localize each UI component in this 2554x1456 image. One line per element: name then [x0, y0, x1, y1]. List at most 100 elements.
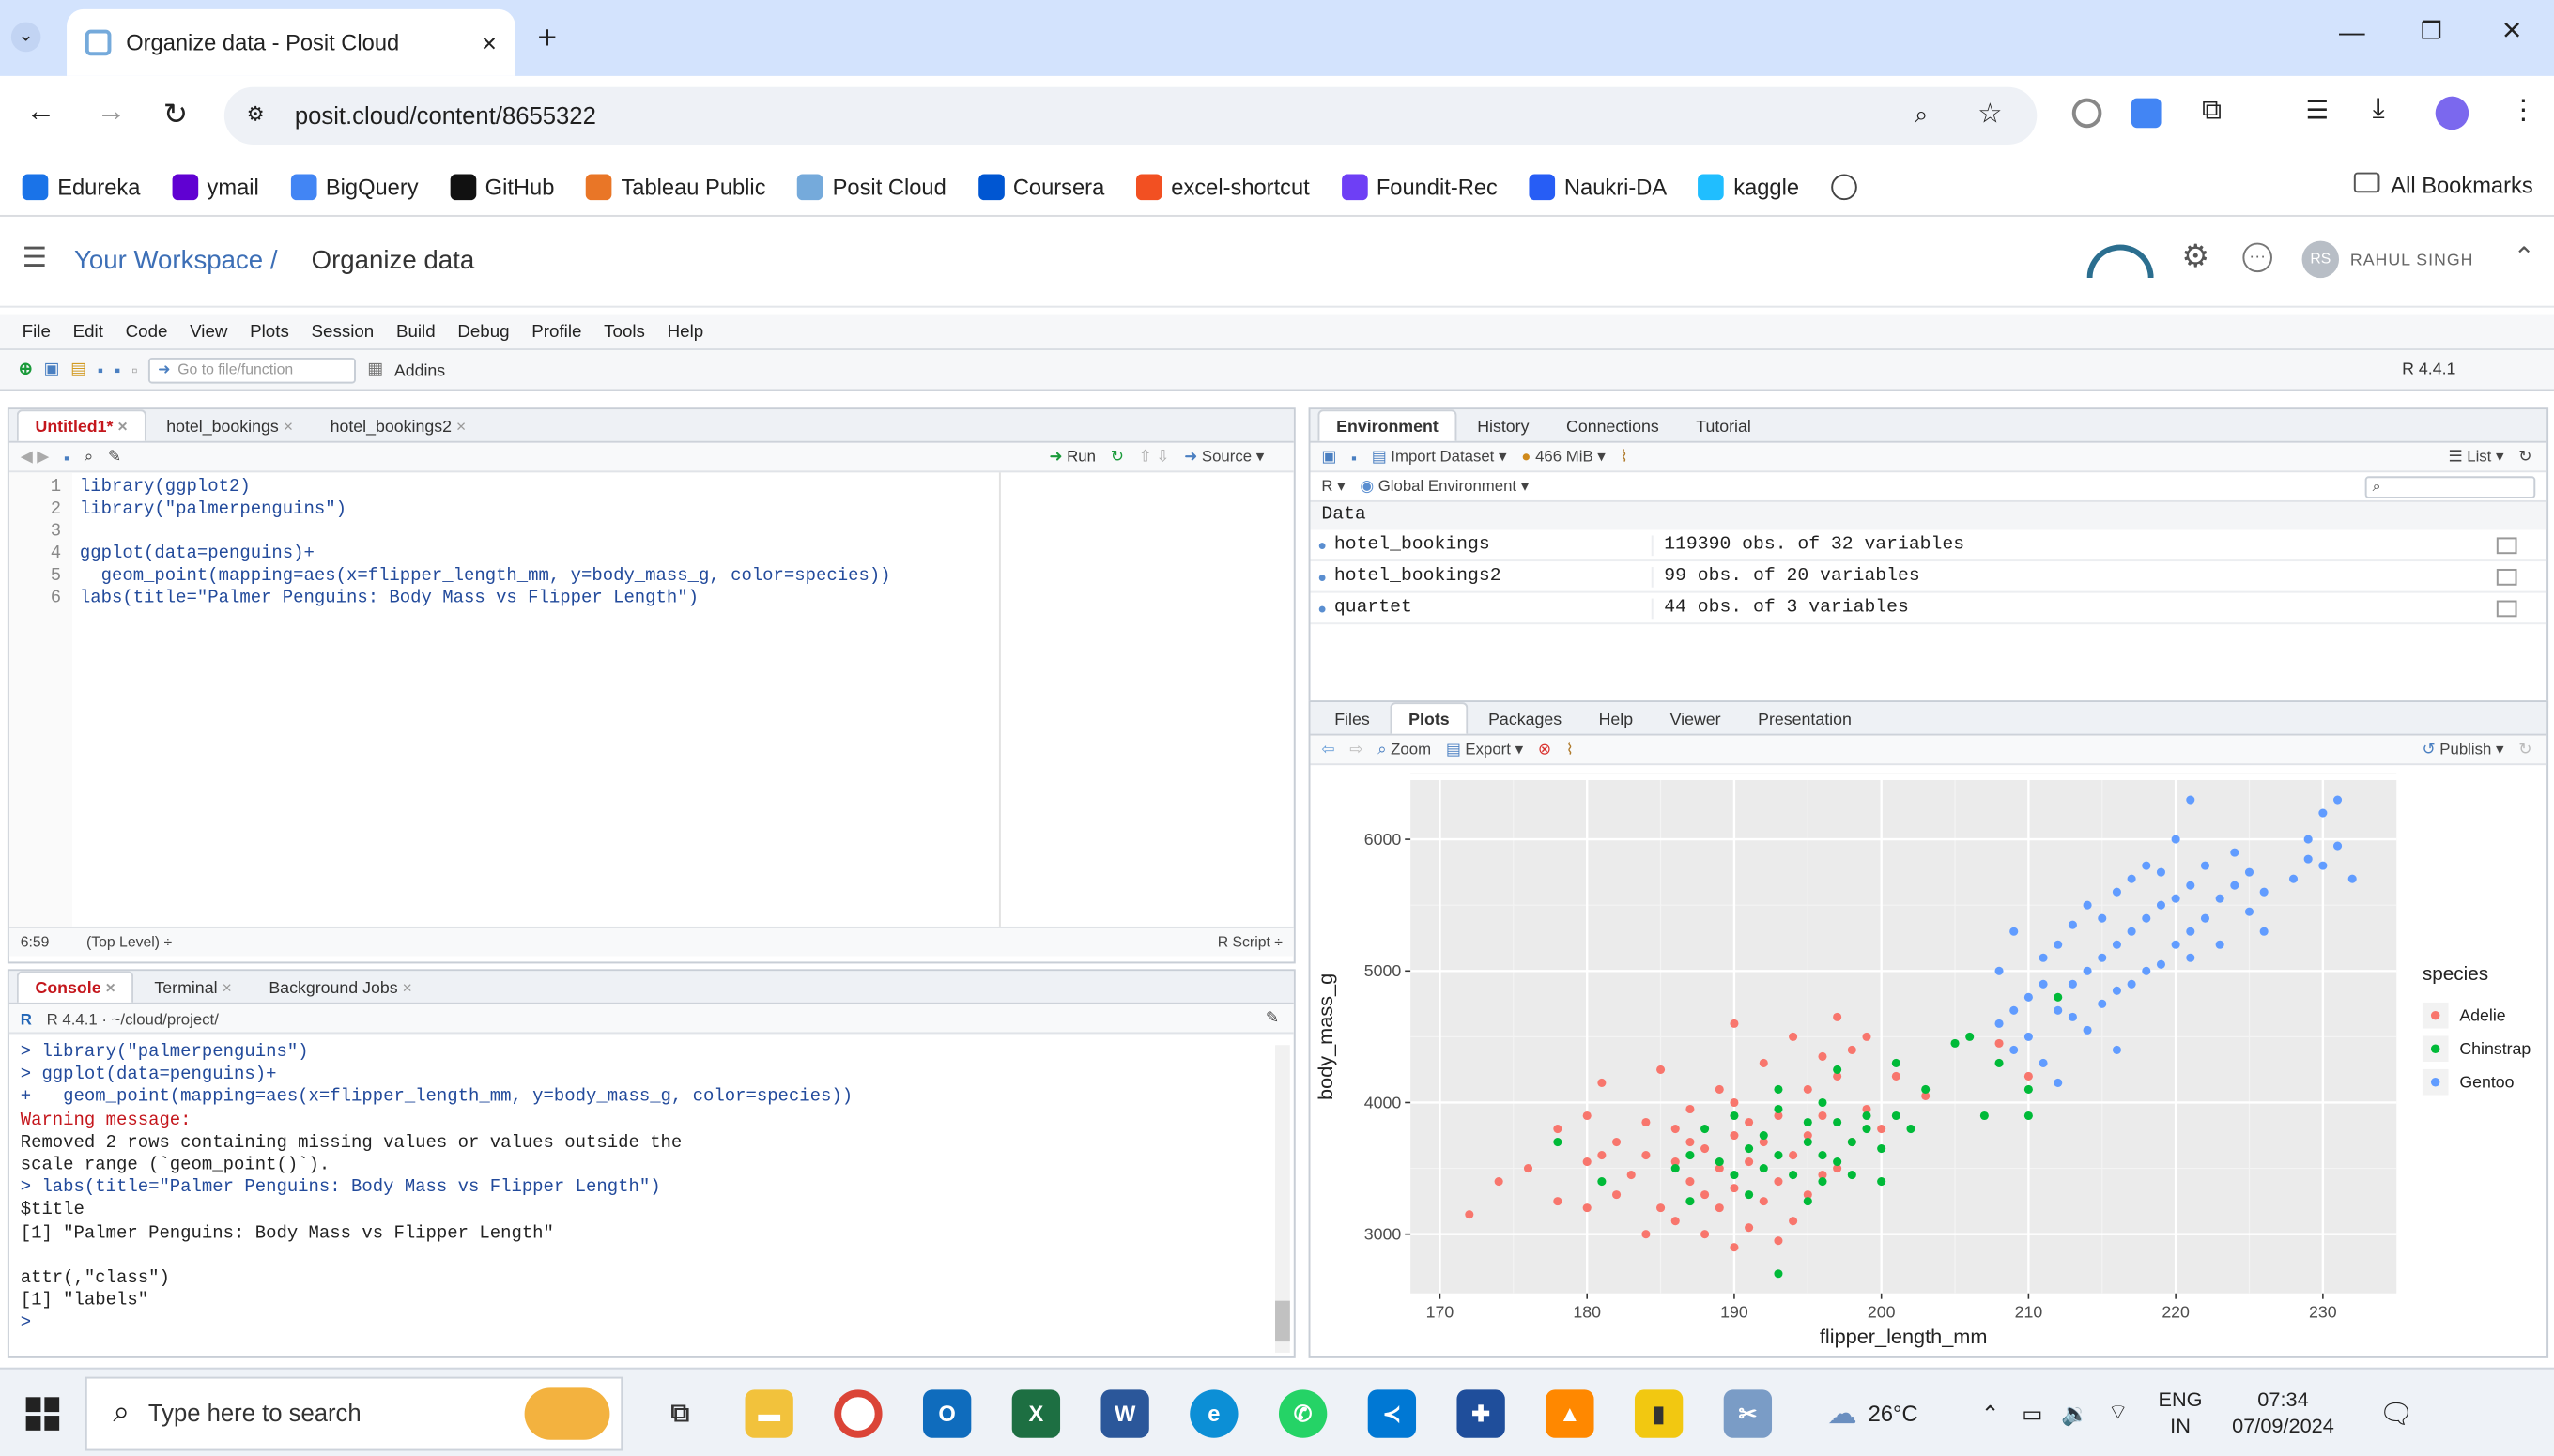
code-line[interactable]: [80, 521, 1294, 544]
pane-tab[interactable]: Presentation: [1741, 704, 1868, 734]
minimize-icon[interactable]: —: [2339, 17, 2365, 47]
pane-tab[interactable]: Environment: [1317, 409, 1457, 441]
chrome-icon[interactable]: [834, 1388, 883, 1437]
clear-env-broom-icon[interactable]: ⌇: [1621, 447, 1628, 467]
pane-tab[interactable]: Background Jobs ×: [253, 973, 429, 1003]
pane-tab[interactable]: Files: [1317, 704, 1386, 734]
scope-select[interactable]: ◉ Global Environment ▾: [1360, 476, 1529, 497]
menu-item[interactable]: File: [23, 321, 51, 342]
all-bookmarks[interactable]: All Bookmarks: [2391, 173, 2532, 199]
pane-tab[interactable]: Help: [1582, 704, 1650, 734]
tab-search-icon[interactable]: ⌄: [10, 22, 41, 53]
print-icon[interactable]: ▫: [131, 360, 137, 379]
battery-icon[interactable]: ▭: [2022, 1400, 2042, 1426]
object-name[interactable]: hotel_bookings2: [1334, 566, 1654, 587]
snipping-tool-icon[interactable]: ✂: [1723, 1388, 1773, 1437]
pane-tab[interactable]: History: [1460, 411, 1546, 441]
more-options-icon[interactable]: ···: [2242, 242, 2272, 273]
bookmark-item[interactable]: kaggle: [1698, 173, 1799, 200]
run-button[interactable]: ➜ Run: [1049, 447, 1096, 467]
open-project-icon[interactable]: ▣: [43, 360, 59, 380]
pane-tab[interactable]: Plots: [1390, 702, 1469, 734]
environment-row[interactable]: ● quartet 44 obs. of 3 variables: [1310, 593, 2547, 625]
volume-icon[interactable]: 🔉: [2061, 1400, 2089, 1426]
bookmark-item[interactable]: ymail: [171, 173, 259, 200]
powerbi-icon[interactable]: ▮: [1634, 1388, 1684, 1437]
close-tab-icon[interactable]: ×: [218, 978, 232, 997]
environment-row[interactable]: ● hotel_bookings2 99 obs. of 20 variables: [1310, 561, 2547, 593]
environment-row[interactable]: ● hotel_bookings 119390 obs. of 32 variabl…: [1310, 530, 2547, 562]
code-line[interactable]: ggplot(data=penguins)+: [80, 543, 1294, 565]
bookmark-item[interactable]: Tableau Public: [585, 173, 766, 200]
file-explorer-icon[interactable]: ▬: [745, 1388, 793, 1437]
user-name[interactable]: RAHUL SINGH: [2350, 250, 2474, 268]
expand-row-icon[interactable]: ●: [1317, 536, 1327, 553]
editor-find-icon[interactable]: ⌕: [85, 447, 93, 467]
pane-tab[interactable]: Connections: [1549, 411, 1675, 441]
open-file-icon[interactable]: ▤: [70, 360, 86, 380]
bookmark-item[interactable]: Posit Cloud: [797, 173, 946, 200]
view-data-icon[interactable]: [2496, 536, 2517, 554]
zoom-icon[interactable]: ⌕: [1915, 100, 1928, 130]
menu-item[interactable]: Profile: [531, 321, 581, 342]
menu-item[interactable]: Code: [126, 321, 168, 342]
excel-icon[interactable]: X: [1011, 1388, 1061, 1437]
resource-gauge-icon[interactable]: [2086, 244, 2154, 279]
save-icon[interactable]: ▪: [98, 360, 103, 379]
close-tab-icon[interactable]: ×: [452, 417, 466, 436]
close-tab-icon[interactable]: ×: [101, 978, 115, 997]
browser-menu-icon[interactable]: ⋮: [2510, 93, 2538, 127]
word-icon[interactable]: W: [1100, 1388, 1149, 1437]
env-search-input[interactable]: ⌕: [2364, 475, 2536, 498]
back-icon[interactable]: ←: [26, 97, 56, 130]
close-tab-icon[interactable]: ×: [113, 417, 127, 436]
export-button[interactable]: ▤ Export ▾: [1446, 740, 1523, 760]
forward-icon[interactable]: →: [97, 97, 127, 130]
settings-gear-icon[interactable]: ⚙: [2181, 239, 2209, 276]
console-scroll-thumb[interactable]: [1275, 1300, 1290, 1342]
reading-list-icon[interactable]: ☰: [2306, 95, 2330, 127]
editor-back-icon[interactable]: ◀ ▶: [21, 447, 49, 467]
windows-start-icon[interactable]: [25, 1396, 60, 1430]
object-name[interactable]: quartet: [1334, 597, 1654, 619]
bookmark-item[interactable]: excel-shortcut: [1135, 173, 1310, 200]
clear-console-icon[interactable]: ✎: [1266, 1008, 1279, 1029]
code-line[interactable]: labs(title="Palmer Penguins: Body Mass v…: [80, 588, 1294, 610]
console-scrollbar[interactable]: [1275, 1045, 1290, 1353]
refresh-plot-icon[interactable]: ↻: [2518, 740, 2531, 760]
bookmark-item[interactable]: Naukri-DA: [1529, 173, 1667, 200]
refresh-env-icon[interactable]: ↻: [2518, 447, 2531, 467]
tray-chevron-icon[interactable]: ⌃: [1981, 1400, 2000, 1426]
addins-menu[interactable]: Addins: [394, 360, 445, 379]
nav-chunk-icon[interactable]: ⇧ ⇩: [1139, 447, 1170, 467]
remove-plot-icon[interactable]: ⊗: [1538, 740, 1551, 760]
pane-tab[interactable]: Viewer: [1654, 704, 1738, 734]
code-line[interactable]: geom_point(mapping=aes(x=flipper_length_…: [80, 565, 1294, 588]
user-avatar[interactable]: RS: [2301, 240, 2340, 279]
edge-icon[interactable]: e: [1190, 1388, 1239, 1437]
bookmark-item[interactable]: Coursera: [977, 173, 1104, 200]
bookmark-more-icon[interactable]: [1830, 173, 1857, 200]
pane-tab[interactable]: hotel_bookings2 ×: [314, 411, 483, 441]
expand-row-icon[interactable]: ●: [1317, 568, 1327, 585]
plot-back-icon[interactable]: ⇦: [1321, 740, 1334, 760]
browser-tab[interactable]: Organize data - Posit Cloud ×: [67, 8, 515, 76]
menu-item[interactable]: View: [190, 321, 227, 342]
clock[interactable]: 07:34 07/09/2024: [2232, 1387, 2334, 1438]
site-info-icon[interactable]: ⚙: [247, 102, 265, 127]
zoom-button[interactable]: ⌕ Zoom: [1377, 740, 1431, 760]
plot-forward-icon[interactable]: ⇨: [1349, 740, 1362, 760]
r-version-label[interactable]: R 4.4.1: [2402, 360, 2455, 378]
notifications-icon[interactable]: 🗨: [2378, 1396, 2414, 1430]
network-icon[interactable]: ⌔: [2108, 1399, 2129, 1427]
code-lines[interactable]: library(ggplot2) library("palmerpenguins"…: [72, 472, 1294, 609]
rerun-icon[interactable]: ↻: [1111, 447, 1124, 467]
editor-wand-icon[interactable]: ✎: [108, 447, 121, 467]
layout-grid-icon[interactable]: ▦: [367, 360, 383, 380]
bookmark-item[interactable]: Foundit-Rec: [1341, 173, 1498, 200]
vlc-icon[interactable]: ▲: [1546, 1388, 1594, 1437]
pane-tab[interactable]: Untitled1* ×: [16, 409, 146, 441]
bookmark-item[interactable]: Edureka: [22, 173, 140, 200]
whatsapp-icon[interactable]: ✆: [1278, 1388, 1328, 1437]
clear-plots-broom-icon[interactable]: ⌇: [1566, 740, 1574, 760]
